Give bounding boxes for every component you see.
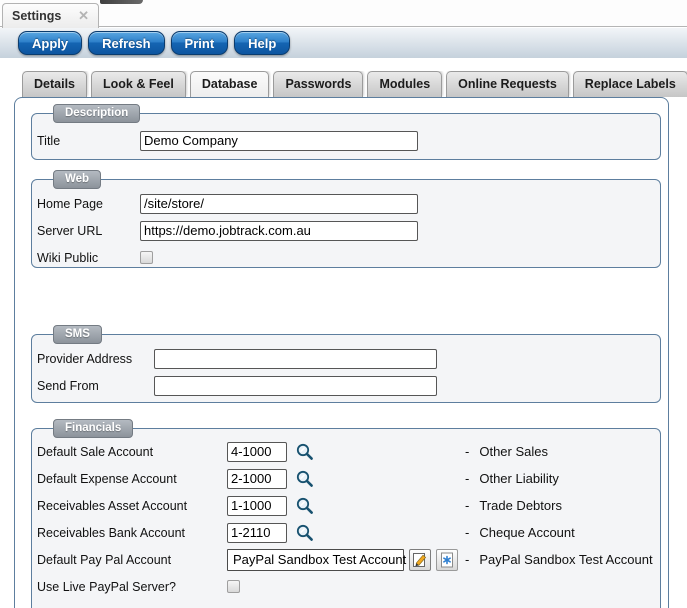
tab-online-requests[interactable]: Online Requests [446,71,569,97]
home-page-input[interactable] [140,194,418,214]
tab-look-and-feel[interactable]: Look & Feel [91,71,186,97]
tab-details[interactable]: Details [22,71,87,97]
wiki-public-label: Wiki Public [37,251,140,265]
receivables-asset-account-row: Receivables Asset Account - Trade Debtor… [32,492,660,519]
sms-legend: SMS [53,325,102,344]
database-tab-panel: Description Title Web Home Page Server U… [14,97,669,608]
title-label: Title [37,134,140,148]
receivables-asset-account-input[interactable] [227,496,287,516]
use-live-paypal-label: Use Live PayPal Server? [37,580,227,594]
account-name-text: Cheque Account [479,525,574,540]
tab-modules[interactable]: Modules [367,71,442,97]
account-name-text: Trade Debtors [479,498,562,513]
financials-legend: Financials [53,419,133,438]
settings-window-tab[interactable]: Settings ✕ [2,3,99,28]
provider-address-input[interactable] [154,349,437,369]
receivables-bank-account-label: Receivables Bank Account [37,526,227,540]
provider-address-label: Provider Address [37,352,154,366]
sms-fieldset: SMS Provider Address Send From [31,334,661,403]
dash: - [465,552,469,567]
dash: - [465,471,469,486]
paypal-account-select[interactable]: PayPal Sandbox Test Account ▼ [227,549,404,571]
send-from-label: Send From [37,379,154,393]
apply-button[interactable]: Apply [18,31,82,55]
receivables-bank-account-row: Receivables Bank Account - Cheque Accoun… [32,519,660,546]
refresh-button[interactable]: Refresh [88,31,164,55]
dash: - [465,444,469,459]
default-expense-account-row: Default Expense Account - Other Liabilit… [32,465,660,492]
receivables-asset-account-label: Receivables Asset Account [37,499,227,513]
server-url-label: Server URL [37,224,140,238]
bank-account-description: - Cheque Account [465,519,575,546]
paypal-account-selected-value: PayPal Sandbox Test Account [233,552,406,567]
account-lookup-magnifier-icon[interactable] [295,523,315,543]
send-from-input[interactable] [154,376,437,396]
account-name-text: Other Liability [479,471,558,486]
settings-tab-row: Details Look & Feel Database Passwords M… [22,71,687,97]
use-live-paypal-row: Use Live PayPal Server? [32,573,660,600]
default-sale-account-label: Default Sale Account [37,445,227,459]
description-fieldset: Description Title [31,113,661,160]
description-legend: Description [53,104,140,123]
server-url-input[interactable] [140,221,418,241]
account-lookup-magnifier-icon[interactable] [295,442,315,462]
wiki-public-checkbox[interactable] [140,251,153,264]
account-lookup-magnifier-icon[interactable] [295,469,315,489]
web-legend: Web [53,170,101,189]
default-sale-account-row: Default Sale Account - Other Sales [32,438,660,465]
server-url-row: Server URL [32,217,660,244]
dash: - [465,498,469,513]
settings-tab-label: Settings [12,9,61,23]
home-page-label: Home Page [37,197,140,211]
default-sale-account-input[interactable] [227,442,287,462]
provider-address-row: Provider Address [32,345,660,372]
title-row: Title [32,127,660,154]
default-expense-account-input[interactable] [227,469,287,489]
home-page-row: Home Page [32,190,660,217]
receivables-bank-account-input[interactable] [227,523,287,543]
partial-element-strip [100,0,143,4]
edit-record-pencil-icon[interactable] [409,549,431,571]
default-paypal-account-row: Default Pay Pal Account PayPal Sandbox T… [32,546,660,573]
use-live-paypal-checkbox[interactable] [227,580,240,593]
help-button[interactable]: Help [234,31,290,55]
tab-replace-labels[interactable]: Replace Labels [573,71,687,97]
sale-account-description: - Other Sales [465,438,548,465]
window-tab-bar: Settings ✕ [0,0,687,27]
close-icon[interactable]: ✕ [78,8,89,24]
default-paypal-account-label: Default Pay Pal Account [37,553,227,567]
title-input[interactable] [140,131,418,151]
web-fieldset: Web Home Page Server URL Wiki Public [31,179,661,268]
print-button[interactable]: Print [171,31,229,55]
tab-passwords[interactable]: Passwords [273,71,363,97]
account-name-text: PayPal Sandbox Test Account [479,552,652,567]
account-lookup-magnifier-icon[interactable] [295,496,315,516]
new-record-page-icon[interactable] [436,549,458,571]
tab-database[interactable]: Database [190,71,270,97]
send-from-row: Send From [32,372,660,399]
expense-account-description: - Other Liability [465,465,559,492]
dash: - [465,525,469,540]
asset-account-description: - Trade Debtors [465,492,562,519]
action-toolbar: Apply Refresh Print Help [0,28,687,58]
account-name-text: Other Sales [479,444,548,459]
paypal-account-description: - PayPal Sandbox Test Account [465,546,653,573]
default-expense-account-label: Default Expense Account [37,472,227,486]
settings-screen: Settings ✕ Apply Refresh Print Help Deta… [0,0,687,608]
wiki-public-row: Wiki Public [32,244,660,271]
financials-fieldset: Financials Default Sale Account - Other … [31,428,661,608]
